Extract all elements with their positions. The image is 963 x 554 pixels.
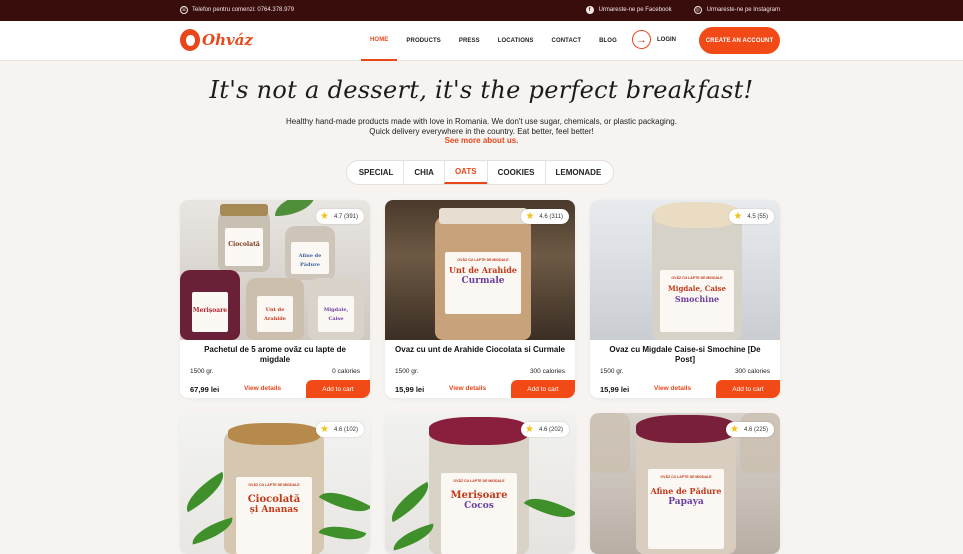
logo-mascot-icon [180, 29, 200, 51]
rating-value: 4.6 (311) [539, 213, 563, 220]
phone-contact[interactable]: ☏ Telefon pentru comenzi: 0764.378.979 [180, 6, 294, 14]
tab-oats[interactable]: OATS [443, 161, 487, 184]
product-name[interactable]: Ovaz cu unt de Arahide Ciocolata si Curm… [395, 345, 565, 355]
rating-badge: ★ 4.6 (225) [726, 422, 774, 437]
jar-label-top: OVĂZ CU LAPTE DE MIGDALE [671, 276, 723, 280]
facebook-label: Urmareste-ne pe Facebook [598, 7, 672, 13]
facebook-link[interactable]: f Urmareste-ne pe Facebook [585, 6, 672, 14]
product-weight: 1500 gr. [395, 368, 419, 375]
nav-products[interactable]: PRODUCTS [397, 21, 449, 61]
product-price: 15,99 lei [395, 385, 425, 394]
product-card[interactable]: OVĂZ CU LAPTE DE MIGDALE Unt de Arahide … [385, 200, 575, 398]
create-account-button[interactable]: CREATE AN ACCOUNT [699, 27, 780, 54]
add-to-cart-button[interactable]: Add to cart [716, 380, 780, 398]
nav-press[interactable]: PRESS [450, 21, 489, 61]
hero-line-2: Quick delivery everywhere in the country… [369, 126, 594, 136]
nav-home[interactable]: HOME [361, 21, 398, 61]
nav-locations[interactable]: LOCATIONS [489, 21, 543, 61]
jar-label-top: OVĂZ CU LAPTE DE MIGDALE [457, 258, 509, 262]
star-icon: ★ [733, 210, 743, 222]
product-calories: 300 calories [529, 368, 565, 375]
view-details-link[interactable]: View details [654, 385, 691, 392]
jar-label-top: OVĂZ CU LAPTE DE MIGDALE [248, 483, 300, 487]
star-icon: ★ [320, 210, 329, 222]
star-icon: ★ [525, 210, 535, 222]
product-meta: 1500 gr. 300 calories [395, 368, 565, 375]
product-meta: 1500 gr. 300 calories [600, 368, 770, 375]
instagram-link[interactable]: ◎ Urmareste-ne pe Instagram [693, 6, 780, 14]
category-tabs: SPECIAL CHIA OATS COOKIES LEMONADE [346, 160, 614, 185]
star-icon: ★ [320, 423, 329, 435]
brand-logo[interactable]: Ohváz [180, 29, 253, 51]
instagram-label: Urmareste-ne pe Instagram [706, 7, 780, 13]
hero-line-1: Healthy hand-made products made with lov… [286, 117, 677, 126]
jar-label-top: OVĂZ CU LAPTE DE MIGDALE [660, 475, 712, 479]
product-calories: 0 calories [332, 368, 360, 375]
rating-value: 4.6 (202) [538, 426, 563, 433]
product-price: 67,99 lei [190, 385, 220, 394]
login-button[interactable]: → LOGIN [632, 30, 676, 49]
add-to-cart-button[interactable]: Add to cart [306, 380, 370, 398]
phone-label: Telefon pentru comenzi: 0764.378.979 [192, 7, 295, 13]
nav-menu: HOME PRODUCTS PRESS LOCATIONS CONTACT BL… [361, 21, 626, 61]
tab-special[interactable]: SPECIAL [349, 161, 404, 184]
login-label: LOGIN [657, 36, 676, 43]
login-arrow-icon: → [632, 30, 651, 49]
instagram-icon: ◎ [693, 6, 702, 14]
product-card[interactable]: OVĂZ CU LAPTE DE MIGDALE Migdale, Caise … [590, 200, 780, 398]
product-card[interactable]: OVĂZ CU LAPTE DE MIGDALE Afine de Pădure… [590, 413, 780, 554]
top-bar: ☏ Telefon pentru comenzi: 0764.378.979 f… [0, 0, 963, 21]
jar-label-top: OVĂZ CU LAPTE DE MIGDALE [453, 479, 505, 483]
rating-value: 4.5 (55) [747, 213, 768, 220]
product-price: 15,99 lei [600, 385, 630, 394]
brand-name: Ohváz [202, 31, 253, 49]
star-icon: ★ [730, 423, 739, 435]
view-details-link[interactable]: View details [244, 385, 281, 392]
rating-badge: ★ 4.5 (55) [729, 209, 774, 224]
product-calories: 300 calories [734, 368, 770, 375]
tab-chia[interactable]: CHIA [403, 161, 444, 184]
tab-lemonade[interactable]: LEMONADE [544, 161, 612, 184]
rating-badge: ★ 4.6 (202) [521, 422, 569, 437]
facebook-icon: f [585, 6, 594, 14]
product-weight: 1500 gr. [190, 368, 214, 375]
add-to-cart-button[interactable]: Add to cart [511, 380, 575, 398]
nav-blog[interactable]: BLOG [590, 21, 626, 61]
star-icon: ★ [525, 423, 534, 435]
phone-icon: ☏ [180, 6, 188, 14]
rating-value: 4.7 (391) [333, 213, 358, 220]
main-nav: Ohváz HOME PRODUCTS PRESS LOCATIONS CONT… [0, 21, 963, 61]
product-meta: 1500 gr. 0 calories [190, 368, 360, 375]
rating-badge: ★ 4.6 (102) [316, 422, 364, 437]
product-name[interactable]: Ovaz cu Migdale Caise-si Smochine [De Po… [600, 345, 770, 365]
rating-badge: ★ 4.7 (391) [316, 209, 364, 224]
nav-contact[interactable]: CONTACT [543, 21, 591, 61]
hero-subtitle: Healthy hand-made products made with lov… [0, 117, 963, 146]
rating-value: 4.6 (102) [333, 426, 358, 433]
view-details-link[interactable]: View details [449, 385, 486, 392]
hero-title: It's not a dessert, it's the perfect bre… [209, 76, 754, 104]
product-card[interactable]: OVĂZ CU LAPTE DE MIGDALE Ciocolată și An… [180, 413, 370, 554]
rating-badge: ★ 4.6 (311) [521, 209, 569, 224]
rating-value: 4.6 (225) [743, 426, 768, 433]
about-link[interactable]: See more about us. [0, 136, 963, 146]
product-card[interactable]: Ciocolată Afine de Pădure Merișoare Unt … [180, 200, 370, 398]
tab-cookies[interactable]: COOKIES [486, 161, 545, 184]
product-weight: 1500 gr. [600, 368, 624, 375]
product-name[interactable]: Pachetul de 5 arome ovăz cu lapte de mig… [190, 345, 360, 365]
product-card[interactable]: OVĂZ CU LAPTE DE MIGDALE Merișoare Cocos… [385, 413, 575, 554]
